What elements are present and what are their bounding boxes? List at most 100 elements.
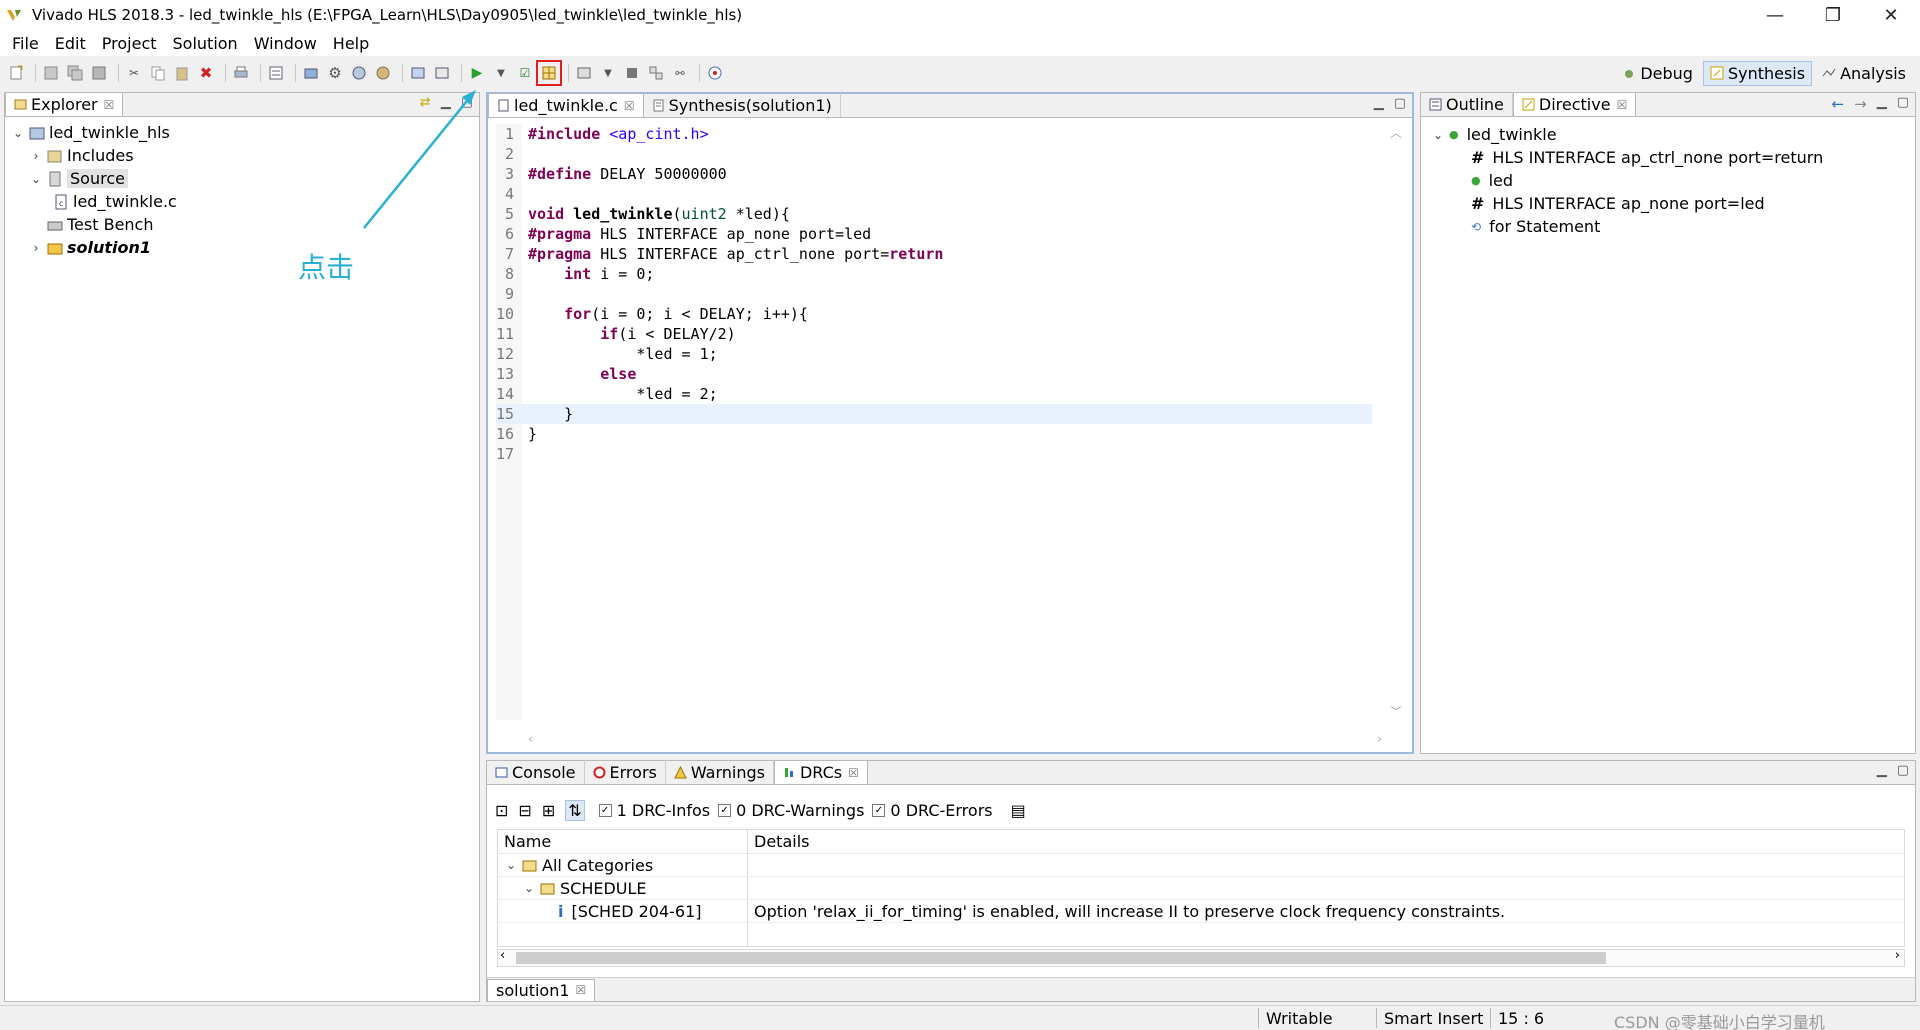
project-settings-icon[interactable] [266,63,286,83]
code-editor[interactable]: 1 #include <ap_cint.h> 2 3 #define DELAY 500… [496,124,1372,720]
drc-infos-checkbox[interactable]: ✓ [598,803,612,817]
menu-window[interactable]: Window [246,34,325,53]
run-c-synthesis-icon[interactable] [536,60,562,86]
close-tab-icon[interactable]: ☒ [576,983,587,997]
chevron-down-icon[interactable]: ⌄ [522,881,536,895]
code-line[interactable]: 10 for(i = 0; i < DELAY; i++){ [496,304,1372,324]
tree-item-function[interactable]: ⌄ ● led_twinkle [1431,123,1823,146]
tree-item-project[interactable]: ⌄ led_twinkle_hls [11,121,177,144]
column-header-details[interactable]: Details [748,830,1904,853]
tree-item-solution[interactable]: › solution1 [11,236,177,259]
drc-errors-checkbox[interactable]: ✓ [872,803,886,817]
stop-icon[interactable] [622,63,642,83]
scroll-right-icon[interactable]: › [1895,948,1900,963]
code-line[interactable]: 13 else [496,364,1372,384]
code-line[interactable]: 6 #pragma HLS INTERFACE ap_none port=led [496,224,1372,244]
tab-explorer[interactable]: Explorer ☒ [5,92,124,116]
table-row[interactable]: i [SCHED 204-61] Option 'relax_ii_for_ti… [498,900,1904,923]
back-arrow-icon[interactable]: ← [1832,95,1845,113]
run-icon[interactable]: ▶ [467,63,487,83]
code-line[interactable]: 12 *led = 1; [496,344,1372,364]
table-row[interactable]: ⌄ All Categories [498,854,1904,877]
menu-edit[interactable]: Edit [47,34,94,53]
scroll-left-icon[interactable]: ‹ [500,948,505,963]
tab-console[interactable]: Console [487,760,585,784]
scroll-left-icon[interactable]: ‹ [528,732,533,746]
group-by-category-icon[interactable]: ⇅ [565,799,585,821]
code-line[interactable]: 7 #pragma HLS INTERFACE ap_ctrl_none port… [496,244,1372,264]
cosim-dropdown-chevron-icon[interactable]: ▼ [598,63,618,83]
show-source-icon[interactable]: ⊡ [495,801,508,820]
tab-synthesis-report[interactable]: Synthesis(solution1) [644,93,841,117]
minimize-panel-icon[interactable]: ▁ [1374,96,1384,111]
code-line[interactable]: 5 void led_twinkle(uint2 *led){ [496,204,1372,224]
drc-warnings-checkbox[interactable]: ✓ [718,803,732,817]
expand-all-icon[interactable]: ⊞ [542,801,555,820]
chevron-down-icon[interactable]: ⌄ [504,858,518,872]
save-all-icon[interactable] [65,63,85,83]
table-row[interactable]: ⌄ SCHEDULE [498,877,1904,900]
close-tab-icon[interactable]: ☒ [624,99,635,113]
tab-led-twinkle-c[interactable]: led_twinkle.c ☒ [488,93,644,117]
scrollbar-thumb[interactable] [516,952,1606,964]
perspective-synthesis[interactable]: Synthesis [1702,60,1813,86]
run-dropdown-chevron-icon[interactable]: ▼ [491,63,511,83]
horizontal-scrollbar[interactable]: ‹ › [528,732,1382,746]
scroll-up-icon[interactable]: ︿ [1390,124,1402,141]
menu-project[interactable]: Project [94,34,165,53]
maximize-panel-icon[interactable]: ▢ [461,95,473,110]
index-source-icon[interactable] [349,63,369,83]
new-file-icon[interactable] [6,63,26,83]
code-line[interactable]: 9 [496,284,1372,304]
code-line[interactable]: 1 #include <ap_cint.h> [496,124,1372,144]
close-tab-icon[interactable]: ☒ [848,766,859,780]
cosim-icon[interactable] [574,63,594,83]
save-as-icon[interactable] [89,63,109,83]
tree-item-directive[interactable]: # HLS INTERFACE ap_none port=led [1431,192,1823,215]
save-icon[interactable] [41,63,61,83]
tree-item-port[interactable]: ● led [1431,169,1823,192]
tree-item-source[interactable]: ⌄ Source [11,167,177,190]
rebuild-index-icon[interactable] [373,63,393,83]
perspective-analysis[interactable]: Analysis [1816,62,1912,85]
chevron-right-icon[interactable]: › [29,241,43,255]
code-line[interactable]: 11 if(i < DELAY/2) [496,324,1372,344]
tree-item-source-file[interactable]: c led_twinkle.c [11,190,177,213]
code-line[interactable]: 15 } [496,404,1372,424]
paste-icon[interactable] [172,63,192,83]
maximize-panel-icon[interactable]: ▢ [1394,96,1406,111]
minimize-button[interactable]: — [1746,0,1804,30]
close-tab-icon[interactable]: ☒ [104,98,115,112]
delete-icon[interactable]: ✖ [196,63,216,83]
menu-solution[interactable]: Solution [165,34,246,53]
export-rtl-icon[interactable] [646,63,666,83]
tab-outline[interactable]: Outline [1421,92,1513,116]
close-tab-icon[interactable]: ☒ [1617,98,1628,112]
code-line[interactable]: 17 [496,444,1372,464]
menu-file[interactable]: File [4,34,47,53]
solution-settings-icon[interactable]: ⚙ [325,63,345,83]
code-line[interactable]: 16} [496,424,1372,444]
minimize-panel-icon[interactable]: ▁ [1877,95,1887,113]
tab-directive[interactable]: Directive ☒ [1512,92,1637,116]
run-c-simulation-icon[interactable] [408,63,428,83]
forward-arrow-icon[interactable]: → [1854,95,1867,113]
scroll-down-icon[interactable]: ﹀ [1390,703,1402,720]
maximize-panel-icon[interactable]: ▢ [1897,95,1909,113]
compare-reports-icon[interactable]: ⚯ [670,63,690,83]
tree-item-directive[interactable]: # HLS INTERFACE ap_ctrl_none port=return [1431,146,1823,169]
perspective-debug[interactable]: Debug [1616,62,1699,85]
tree-item-loop[interactable]: ⟲ for Statement [1431,215,1823,238]
print-icon[interactable] [231,63,251,83]
new-solution-icon[interactable] [301,63,321,83]
horizontal-scrollbar[interactable]: ‹ › [497,948,1905,967]
tree-item-includes[interactable]: › Includes [11,144,177,167]
tab-warnings[interactable]: Warnings [666,760,774,784]
help-icon[interactable] [705,63,725,83]
code-line[interactable]: 14 *led = 2; [496,384,1372,404]
minimize-panel-icon[interactable]: ▁ [441,95,451,110]
maximize-panel-icon[interactable]: ▢ [1897,763,1909,778]
chevron-down-icon[interactable]: ⌄ [11,126,25,140]
cut-icon[interactable]: ✂ [124,63,144,83]
open-report-icon[interactable] [432,63,452,83]
